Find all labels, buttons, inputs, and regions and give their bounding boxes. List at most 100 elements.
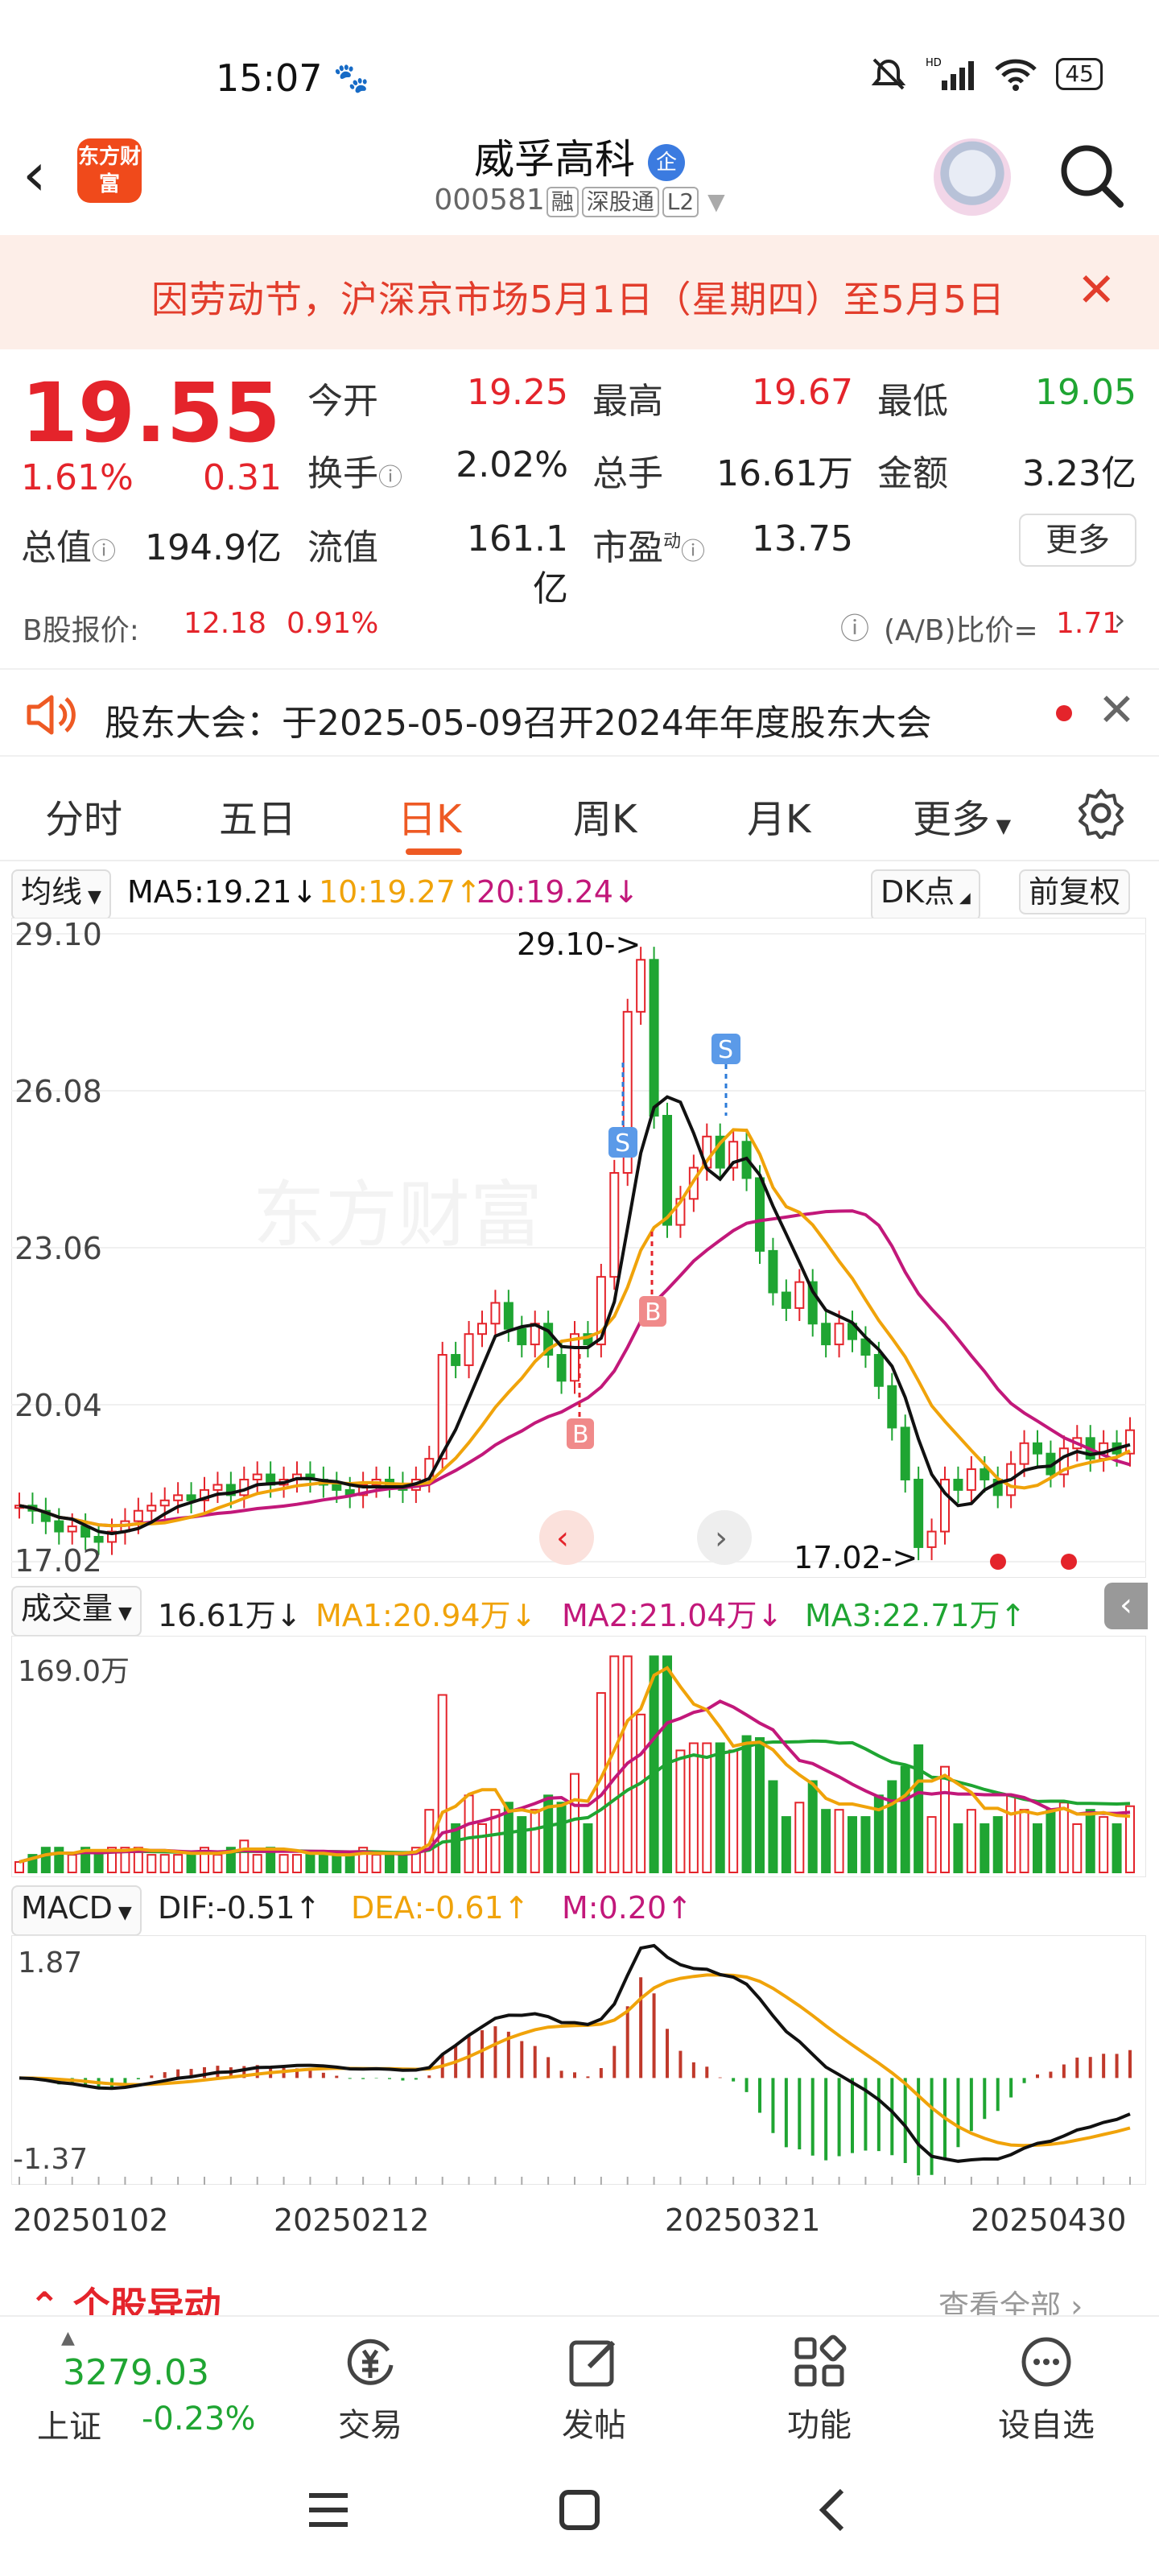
tab-monthly-k[interactable]: 月K bbox=[747, 787, 810, 844]
index-pct: -0.23% bbox=[142, 2401, 256, 2438]
macd-legend: MACD ▼ DIF:-0.51↑ DEA:-0.61↑ M:0.20↑ bbox=[0, 1882, 1159, 1936]
back-nav-icon[interactable] bbox=[810, 2486, 858, 2534]
volume-bar bbox=[926, 1816, 937, 1874]
volume-bar bbox=[940, 1765, 950, 1873]
candle-body bbox=[1019, 1442, 1029, 1465]
tab-timeshare[interactable]: 分时 bbox=[45, 787, 122, 844]
menu-icon[interactable] bbox=[304, 2486, 353, 2534]
high-value: 19.67 bbox=[752, 372, 853, 413]
date-axis: 20250102 20250212 20250321 20250430 bbox=[0, 2196, 1159, 2244]
volume-bar bbox=[980, 1823, 990, 1874]
mktcap-label[interactable]: 总值ⓘ bbox=[21, 518, 116, 570]
tab-five-day[interactable]: 五日 bbox=[219, 787, 296, 844]
ma-selector[interactable]: 均线 ▼ bbox=[11, 869, 111, 920]
volume-chart[interactable]: 169.0万 bbox=[11, 1636, 1146, 1877]
active-tab-indicator bbox=[406, 848, 462, 855]
b-share-quote[interactable]: B股报价: 12.18 0.91% ⓘ (A/B)比价= 1.71 › bbox=[0, 596, 1159, 660]
candle-body bbox=[781, 1291, 791, 1309]
assistant-robot-avatar[interactable] bbox=[934, 138, 1011, 216]
post-button[interactable]: 发帖 bbox=[522, 2333, 666, 2446]
collapse-panel-button[interactable]: ‹ bbox=[1104, 1583, 1148, 1629]
volume-bar bbox=[318, 1854, 328, 1873]
pe-label[interactable]: 市盈动ⓘ bbox=[592, 518, 705, 570]
meeting-text: 股东大会：于2025-05-09召开2024年年度股东大会 bbox=[105, 703, 932, 744]
date-label: 20250102 bbox=[13, 2202, 169, 2238]
search-icon[interactable] bbox=[1054, 138, 1127, 211]
volume-bar bbox=[768, 1780, 778, 1874]
y-tick-label: 23.06 bbox=[14, 1231, 102, 1266]
event-dot[interactable] bbox=[1061, 1554, 1077, 1570]
signal-icon: HD bbox=[926, 57, 975, 90]
volume-bar bbox=[344, 1854, 355, 1873]
event-dot[interactable] bbox=[990, 1554, 1006, 1570]
volume-bar bbox=[966, 1809, 976, 1874]
add-watchlist-button[interactable]: 设自选 bbox=[974, 2333, 1119, 2446]
macd-chart[interactable]: 1.87 -1.37 bbox=[11, 1935, 1146, 2185]
ab-ratio-label: (A/B)比价= bbox=[884, 614, 1038, 647]
home-icon[interactable] bbox=[555, 2486, 604, 2534]
adjust-button[interactable]: 前复权 bbox=[1019, 869, 1131, 914]
candle-body bbox=[662, 1114, 672, 1226]
gear-icon[interactable] bbox=[1075, 787, 1127, 839]
svg-text:S: S bbox=[718, 1036, 733, 1064]
close-icon[interactable]: ✕ bbox=[1077, 262, 1116, 317]
macd-dif: DIF:-0.51↑ bbox=[158, 1890, 321, 1926]
index-value: 3279.03 bbox=[63, 2352, 209, 2393]
turnover-value: 2.02% bbox=[456, 444, 568, 485]
pe-value: 13.75 bbox=[752, 518, 853, 559]
shareholder-meeting-bar[interactable]: 股东大会：于2025-05-09召开2024年年度股东大会 ✕ bbox=[0, 668, 1159, 757]
view-all-link[interactable]: 查看全部 › bbox=[938, 2281, 1083, 2315]
more-fields-button[interactable]: 更多 bbox=[1019, 514, 1136, 567]
high-annotation: 29.10-> bbox=[517, 927, 641, 962]
trade-button[interactable]: 交易 bbox=[298, 2333, 443, 2446]
macd-selector[interactable]: MACD ▼ bbox=[11, 1885, 142, 1936]
candle-body bbox=[186, 1494, 196, 1501]
last-price: 19.55 bbox=[21, 365, 281, 461]
chevron-left-icon: ‹ bbox=[556, 1520, 569, 1557]
volume-bar bbox=[517, 1816, 527, 1874]
turnover-label[interactable]: 换手ⓘ bbox=[307, 444, 402, 496]
tag-connect: 深股通 bbox=[581, 187, 659, 217]
function-button[interactable]: 功能 bbox=[747, 2333, 892, 2446]
svg-text:B: B bbox=[572, 1421, 589, 1449]
macd-y-top: 1.87 bbox=[18, 1946, 82, 1979]
change-value: 0.31 bbox=[203, 457, 282, 498]
candle-body bbox=[794, 1281, 805, 1309]
volume-bar bbox=[609, 1655, 620, 1873]
candlestick-chart[interactable]: 东方财富 29.10 26.08 23.06 20.04 17.02 29.10-> 1… bbox=[11, 918, 1146, 1578]
candle-body bbox=[159, 1499, 170, 1507]
volume-bar bbox=[385, 1854, 394, 1873]
volume-bar bbox=[212, 1854, 223, 1873]
volume-current: 16.61万↓ bbox=[158, 1598, 302, 1633]
ma20-value: 20:19.24↓ bbox=[476, 874, 639, 910]
tab-weekly-k[interactable]: 周K bbox=[573, 787, 637, 844]
stock-activity-section[interactable]: ⌃ 个股异动 查看全部 › bbox=[0, 2254, 1159, 2315]
y-tick-label: 20.04 bbox=[14, 1388, 102, 1423]
edit-icon bbox=[569, 2340, 616, 2387]
volume-bar bbox=[14, 1861, 24, 1873]
candle-body bbox=[490, 1302, 501, 1325]
candle-body bbox=[517, 1327, 527, 1346]
high-label: 最高 bbox=[592, 381, 663, 422]
volume-bar bbox=[1033, 1823, 1042, 1874]
candle-body bbox=[1125, 1429, 1135, 1455]
y-tick-label: 17.02 bbox=[14, 1543, 102, 1578]
help-icon[interactable]: ⓘ bbox=[840, 605, 869, 647]
volume-selector[interactable]: 成交量 ▼ bbox=[11, 1586, 142, 1637]
volume-bar bbox=[1058, 1802, 1069, 1874]
dk-point-button[interactable]: DK点 ◢ bbox=[871, 869, 980, 921]
volume-bar bbox=[1046, 1809, 1056, 1874]
caret-up-icon: ▲ bbox=[61, 2328, 75, 2348]
low-label: 最低 bbox=[877, 381, 948, 422]
holiday-notice-banner[interactable]: 因劳动节，沪深京市场5月1日（星期四）至5月5日 ✕ bbox=[0, 235, 1159, 349]
close-icon[interactable]: ✕ bbox=[1098, 684, 1136, 737]
ab-ratio-value: 1.71 bbox=[1056, 607, 1121, 640]
volume-bar bbox=[1019, 1809, 1029, 1874]
volume-ma1: MA1:20.94万↓ bbox=[316, 1598, 537, 1633]
candle-body bbox=[953, 1478, 963, 1491]
index-ticker[interactable]: ▲ 3279.03 上证 -0.23% bbox=[16, 2328, 274, 2446]
tab-more[interactable]: 更多 ▼ bbox=[913, 787, 1011, 844]
candle-body bbox=[755, 1177, 765, 1252]
tab-daily-k[interactable]: 日K bbox=[398, 787, 461, 844]
candle-body bbox=[503, 1302, 514, 1330]
